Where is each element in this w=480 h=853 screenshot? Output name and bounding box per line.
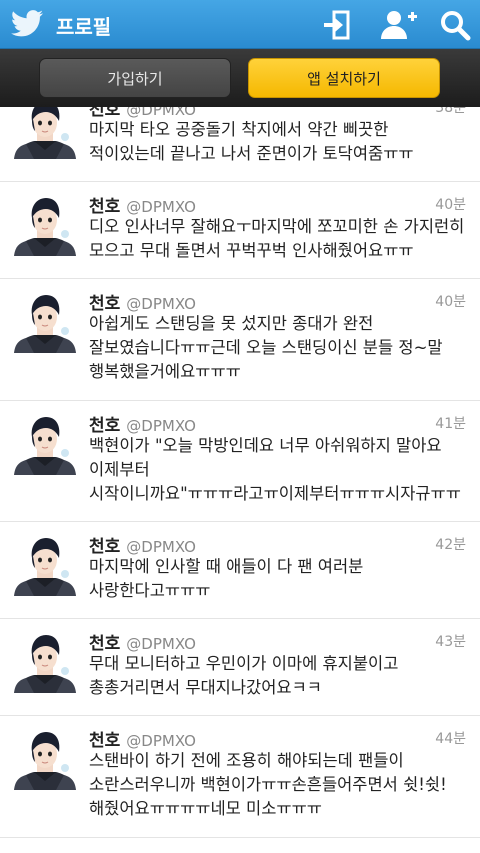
tweet-author-name[interactable]: 천호 bbox=[89, 197, 120, 217]
tweet-header: 천호 @DPMXO bbox=[89, 192, 196, 217]
tweet-feed[interactable]: 천호 @DPMXO 38분 마지막 타오 공중돌기 착지에서 약간 삐끗한 적이있… bbox=[0, 107, 480, 853]
user-avatar[interactable] bbox=[12, 107, 78, 159]
action-bar: 가입하기 앱 설치하기 bbox=[0, 49, 480, 107]
tweet-timestamp: 41분 bbox=[435, 416, 466, 432]
tweet-header: 천호 @DPMXO bbox=[89, 726, 196, 751]
tweet-item[interactable]: 천호 @DPMXO 38분 마지막 타오 공중돌기 착지에서 약간 삐끗한 적이있… bbox=[0, 107, 480, 182]
tweet-timestamp: 38분 bbox=[435, 107, 466, 116]
user-avatar[interactable] bbox=[12, 728, 78, 790]
tweet-text: 아쉽게도 스탠딩을 못 섰지만 종대가 완전 잘보였습니다ㅠㅠ근데 오늘 스탠딩… bbox=[89, 314, 443, 381]
twitter-bird-icon[interactable] bbox=[10, 9, 44, 39]
tweet-text: 백현이가 "오늘 막방인데요 너무 아쉬워하지 말아요 이제부터 시작이니까요"… bbox=[89, 436, 461, 503]
join-button[interactable]: 가입하기 bbox=[39, 58, 231, 98]
tweet-author-name[interactable]: 천호 bbox=[89, 537, 120, 557]
tweet-header: 천호 @DPMXO bbox=[89, 289, 196, 314]
tweet-author-handle[interactable]: @DPMXO bbox=[126, 198, 196, 216]
page-title: 프로필 bbox=[56, 15, 112, 39]
tweet-author-handle[interactable]: @DPMXO bbox=[126, 538, 196, 556]
tweet-text: 마지막에 인사할 때 애들이 다 팬 여러분 사랑한다고ㅠㅠㅠ bbox=[89, 557, 364, 600]
tweet-author-name[interactable]: 천호 bbox=[89, 294, 120, 314]
tweet-author-handle[interactable]: @DPMXO bbox=[126, 732, 196, 750]
user-avatar[interactable] bbox=[12, 413, 78, 475]
tweet-author-handle[interactable]: @DPMXO bbox=[126, 417, 196, 435]
user-avatar[interactable] bbox=[12, 291, 78, 353]
user-avatar[interactable] bbox=[12, 534, 78, 596]
tweet-text: 무대 모니터하고 우민이가 이마에 휴지붙이고 총총거리면서 무대지나갔어요ㅋㅋ bbox=[89, 654, 399, 697]
tweet-timestamp: 40분 bbox=[435, 197, 466, 213]
app-header: 프로필 bbox=[0, 0, 480, 49]
tweet-item[interactable]: 천호 @DPMXO 43분 무대 모니터하고 우민이가 이마에 휴지붙이고 총총거… bbox=[0, 619, 480, 716]
tweet-text: 디오 인사너무 잘해요ㅜ마지막에 쪼꼬미한 손 가지런히 모으고 무대 돌면서 … bbox=[89, 217, 465, 260]
tweet-author-name[interactable]: 천호 bbox=[89, 731, 120, 751]
tweet-item[interactable]: 천호 @DPMXO 42분 마지막에 인사할 때 애들이 다 팬 여러분 사랑한다… bbox=[0, 522, 480, 619]
tweet-header: 천호 @DPMXO bbox=[89, 629, 196, 654]
tweet-author-name[interactable]: 천호 bbox=[89, 634, 120, 654]
tweet-author-handle[interactable]: @DPMXO bbox=[126, 295, 196, 313]
tweet-timestamp: 44분 bbox=[435, 731, 466, 747]
search-icon[interactable] bbox=[438, 8, 472, 42]
tweet-timestamp: 42분 bbox=[435, 537, 466, 553]
sign-in-icon[interactable] bbox=[320, 8, 354, 42]
tweet-author-handle[interactable]: @DPMXO bbox=[126, 635, 196, 653]
tweet-timestamp: 43분 bbox=[435, 634, 466, 650]
tweet-text: 스탠바이 하기 전에 조용히 해야되는데 팬들이 소란스러우니까 백현이가ㅠㅠ손… bbox=[89, 751, 447, 818]
tweet-author-name[interactable]: 천호 bbox=[89, 416, 120, 436]
tweet-item[interactable]: 천호 @DPMXO 44분 스탠바이 하기 전에 조용히 해야되는데 팬들이 소란… bbox=[0, 716, 480, 838]
tweet-header: 천호 @DPMXO bbox=[89, 411, 196, 436]
tweet-header: 천호 @DPMXO bbox=[89, 532, 196, 557]
tweet-text: 마지막 타오 공중돌기 착지에서 약간 삐끗한 적이있는데 끝나고 나서 준면이… bbox=[89, 120, 414, 163]
install-app-button[interactable]: 앱 설치하기 bbox=[248, 58, 440, 98]
user-avatar[interactable] bbox=[12, 631, 78, 693]
tweet-item[interactable]: 천호 @DPMXO 40분 디오 인사너무 잘해요ㅜ마지막에 쪼꼬미한 손 가지런… bbox=[0, 182, 480, 279]
tweet-header: 천호 @DPMXO bbox=[89, 107, 196, 120]
tweet-item[interactable]: 천호 @DPMXO 40분 아쉽게도 스탠딩을 못 섰지만 종대가 완전 잘보였습… bbox=[0, 279, 480, 401]
tweet-item[interactable]: 천호 @DPMXO 41분 백현이가 "오늘 막방인데요 너무 아쉬워하지 말아요… bbox=[0, 401, 480, 522]
tweet-timestamp: 40분 bbox=[435, 294, 466, 310]
follow-user-icon[interactable] bbox=[378, 8, 418, 42]
user-avatar[interactable] bbox=[12, 194, 78, 256]
